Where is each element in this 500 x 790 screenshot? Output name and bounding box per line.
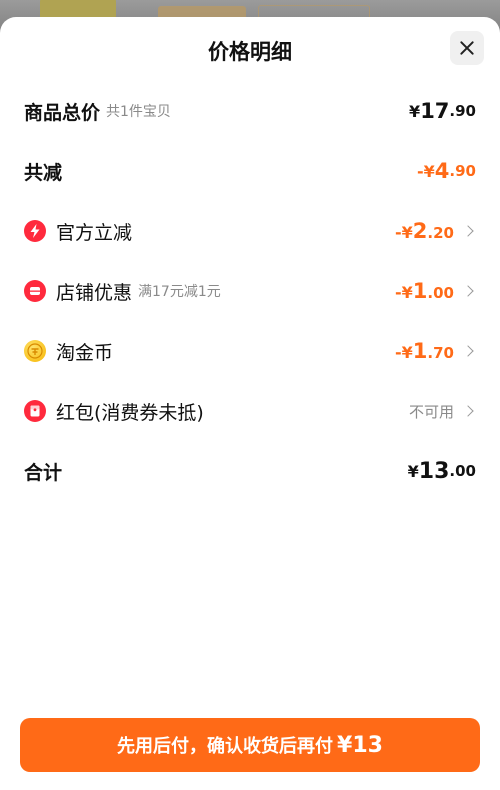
total-reduction-row: 共减 -¥ 4.90 (24, 156, 476, 186)
sum-amount: ¥13.00 (407, 458, 476, 484)
store-discount-rule: 满17元减1元 (138, 284, 221, 300)
official-discount-row[interactable]: 官方立减 -¥2.20 (24, 216, 476, 246)
close-button[interactable] (450, 31, 484, 65)
goods-total-amount: ¥17.90 (409, 99, 476, 123)
cta-price: ¥13 (337, 732, 383, 758)
store-discount-label: 店铺优惠 (56, 281, 133, 304)
store-discount-amount: -¥1.00 (395, 279, 454, 303)
red-packet-label: 红包(消费券未抵) (56, 401, 204, 424)
chevron-right-icon (462, 285, 474, 297)
total-reduction-amount: -¥ 4.90 (417, 159, 476, 183)
item-count-note: 共1件宝贝 (106, 104, 171, 120)
chevron-right-icon (462, 405, 474, 417)
taojinbi-amount: -¥1.70 (395, 339, 454, 363)
coin-icon (24, 340, 46, 362)
taojinbi-row[interactable]: 淘金币 -¥1.70 (24, 336, 476, 366)
store-icon (24, 280, 46, 302)
chevron-right-icon (462, 345, 474, 357)
official-discount-amount: -¥2.20 (395, 219, 454, 243)
red-packet-status: 不可用 (408, 402, 454, 421)
goods-total-row: 商品总价 共1件宝贝 ¥17.90 (24, 96, 476, 126)
sheet-title: 价格明细 (208, 40, 292, 64)
store-discount-row[interactable]: 店铺优惠 满17元减1元 -¥1.00 (24, 276, 476, 306)
official-discount-label: 官方立减 (56, 221, 133, 244)
sum-label: 合计 (24, 461, 63, 484)
total-reduction-label: 共减 (24, 161, 63, 184)
taojinbi-label: 淘金币 (56, 341, 114, 364)
chevron-right-icon (462, 225, 474, 237)
cta-label: 先用后付，确认收货后再付 (117, 736, 334, 757)
sum-row: 合计 ¥13.00 (24, 456, 476, 486)
red-packet-icon (24, 400, 46, 422)
price-detail-sheet: 价格明细 商品总价 共1件宝贝 ¥17.90 共减 -¥ 4.90 官方立减 -¥… (0, 17, 500, 790)
goods-total-label: 商品总价 (24, 101, 101, 124)
lightning-icon (24, 220, 46, 242)
red-packet-row[interactable]: 红包(消费券未抵) 不可用 (24, 396, 476, 426)
pay-later-confirm-button[interactable]: 先用后付，确认收货后再付 ¥13 (20, 718, 480, 772)
